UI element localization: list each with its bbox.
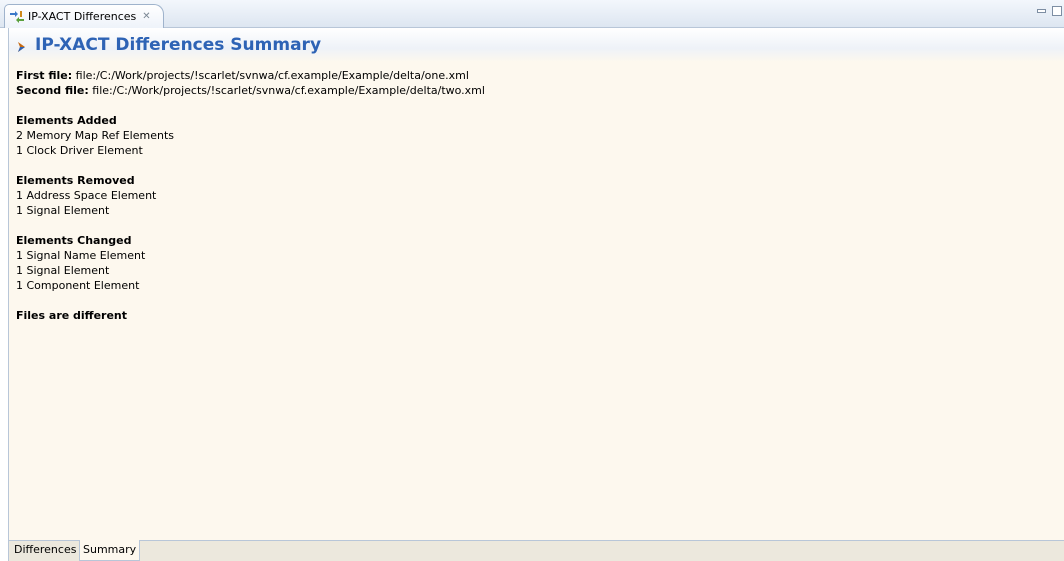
editor-tab-strip: IP-XACT Differences ✕ [0,0,1064,28]
second-file-value: file:/C:/Work/projects/!scarlet/svnwa/cf… [92,84,485,97]
page-tab-bar: Differences Summary [8,540,1064,561]
list-item: 1 Signal Element [16,264,110,277]
section-heading-changed: Elements Changed [16,234,132,247]
editor-tab-label: IP-XACT Differences [28,10,137,23]
section-heading-added: Elements Added [16,114,117,127]
arrow-diamond-icon [15,39,29,53]
summary-body: First file: file:/C:/Work/projects/!scar… [16,68,485,323]
tab-differences[interactable]: Differences [11,540,81,561]
second-file-line: Second file: file:/C:/Work/projects/!sca… [16,83,485,98]
left-gutter [0,28,8,561]
list-item: 2 Memory Map Ref Elements [16,129,174,142]
first-file-line: First file: file:/C:/Work/projects/!scar… [16,68,485,83]
list-item: 1 Address Space Element [16,189,157,202]
second-file-label: Second file: [16,84,89,97]
form-header: IP-XACT Differences Summary [9,28,1064,62]
first-file-value: file:/C:/Work/projects/!scarlet/svnwa/cf… [75,69,469,82]
editor-tab-ip-xact-differences[interactable]: IP-XACT Differences ✕ [4,4,164,28]
list-item: 1 Signal Name Element [16,249,146,262]
diff-icon [9,10,25,24]
list-item: 1 Signal Element [16,204,110,217]
page-title: IP-XACT Differences Summary [35,35,322,55]
minimize-icon[interactable] [1037,9,1046,13]
close-icon[interactable]: ✕ [142,11,150,22]
first-file-label: First file: [16,69,73,82]
summary-page: IP-XACT Differences Summary First file: … [8,28,1064,540]
editor-window: IP-XACT Differences ✕ IP-XACT Difference… [0,0,1064,561]
result-text: Files are different [16,309,128,322]
list-item: 1 Clock Driver Element [16,144,143,157]
section-heading-removed: Elements Removed [16,174,135,187]
maximize-icon[interactable] [1052,6,1062,16]
window-controls [1037,6,1062,16]
list-item: 1 Component Element [16,279,140,292]
tab-summary[interactable]: Summary [79,540,141,561]
